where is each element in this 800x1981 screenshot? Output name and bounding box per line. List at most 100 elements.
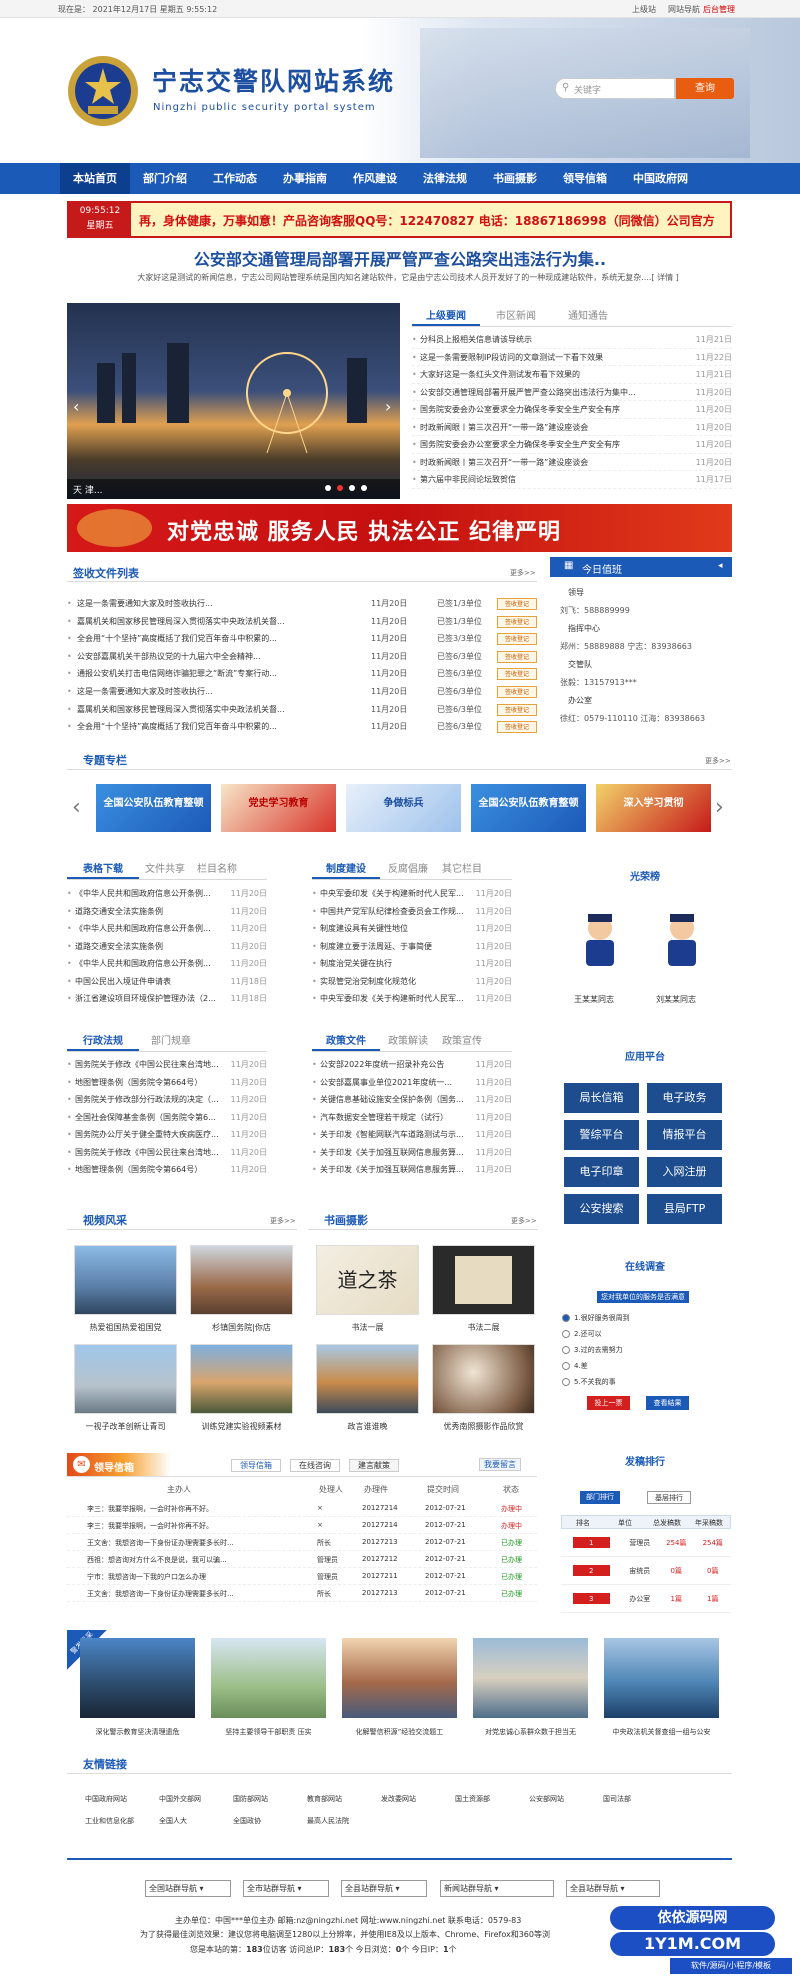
top-link-sitemap[interactable]: 网站导航 [668,4,700,15]
sign-register-button[interactable]: 签收登记 [497,668,537,681]
tab-other-columns[interactable]: 其它栏目 [436,860,488,879]
mail-row[interactable]: 宁市：我想咨询一下我的户口怎么办理 管理员 20127211 2012-07-21 已办… [67,1568,537,1585]
app-director-mailbox[interactable]: 局长信箱 [564,1083,639,1113]
topic-banner-1[interactable]: 全国公安队伍教育整顿 [96,784,211,832]
duty-expand-icon[interactable]: ◂ [718,561,723,571]
sign-item-title[interactable]: 这是一条需要通知大家及时签收执行... [77,595,371,613]
sign-register-button[interactable]: 签收登记 [497,650,537,663]
friend-link[interactable]: 工业和信息化部 [85,1816,159,1826]
list-item-title[interactable]: 公安部交通管理局部署开展严管严查公路突出违法行为集中... [420,384,686,401]
photo-caption-4[interactable]: 优秀南照摄影作品欣赏 [432,1421,535,1432]
sign-row[interactable]: • 公安部嘉属机关干部热议党的十九届六中全会精神... 11月20日 已签6/3单位 签… [67,648,537,666]
topic-banner-4[interactable]: 全国公安队伍教育整顿 [471,784,586,832]
list-item[interactable]: • 制度建设具有关键性地位 11月20日 [312,921,512,939]
list-item-title[interactable]: 道路交通安全法实施条例 [75,904,221,922]
select-news-sites[interactable]: 新闻站群导航 ▾ [440,1880,554,1897]
list-item-title[interactable]: 国务院关于修改部分行政法规的决定（... [75,1092,221,1110]
tab-suggestions[interactable]: 建言献策 [349,1459,399,1472]
sign-more-link[interactable]: 更多>> [510,568,536,578]
topics-more-link[interactable]: 更多>> [705,756,731,766]
list-item-title[interactable]: 制度建设具有关键性地位 [320,921,466,939]
sign-register-button[interactable]: 签收登记 [497,615,537,628]
list-item[interactable]: • 浙江省建设项目环境保护管理办法（2... 11月18日 [67,991,267,1009]
mail-subject[interactable]: 宁市：我想咨询一下我的户口怎么办理 [87,1572,302,1582]
list-item-title[interactable]: 国务院关于修改《中国公民往来台湾地... [75,1057,221,1075]
tab-dept-rules[interactable]: 部门规章 [139,1032,203,1051]
top-link-parent[interactable]: 上级站 [632,4,656,15]
list-item-title[interactable]: 中国公民出入境证件申请表 [75,974,221,992]
list-item-title[interactable]: 全国社会保障基金条例（国务院令第6... [75,1110,221,1128]
list-item[interactable]: • 《中华人民共和国政府信息公开条例... 11月20日 [67,956,267,974]
app-police-search[interactable]: 公安搜索 [564,1194,639,1224]
list-item[interactable]: • 关于印发《智能网联汽车道路测试与示... 11月20日 [312,1127,512,1145]
list-item[interactable]: • 公安部嘉属事业单位2021年度统一... 11月20日 [312,1075,512,1093]
mail-row[interactable]: 西祖：想咨询对方什么不良是说，我可以骗... 管理员 20127212 2012-07… [67,1551,537,1568]
photo-thumb-3[interactable] [316,1344,419,1414]
photos-more-link[interactable]: 更多>> [511,1216,537,1226]
sign-item-title[interactable]: 全会用“十个坚持”高度概括了我们党百年奋斗中积累的... [77,630,371,648]
slider-dot-3[interactable] [349,485,355,491]
slider-dot-1[interactable] [325,485,331,491]
list-item-title[interactable]: 中央军委印发《关于构建新时代人民军... [320,991,466,1009]
sign-register-button[interactable]: 签收登记 [497,703,537,716]
style-photo-1[interactable] [80,1638,195,1718]
list-item-title[interactable]: 公安部2022年度统一招录补充公告 [320,1057,466,1075]
list-item-title[interactable]: 国务院办公厅关于健全重特大疾病医疗... [75,1127,221,1145]
videos-more-link[interactable]: 更多>> [270,1216,296,1226]
survey-option[interactable]: 3.过的去需努力 [562,1342,732,1358]
list-item[interactable]: • 国务院关于修改部分行政法规的决定（... 11月20日 [67,1092,267,1110]
list-item-title[interactable]: 第六届中非民间论坛致贺信 [420,471,686,488]
list-item[interactable]: • 公安部2022年度统一招录补充公告 11月20日 [312,1057,512,1075]
list-item-title[interactable]: 制度治党关键在执行 [320,956,466,974]
survey-option[interactable]: 2.还可以 [562,1326,732,1342]
list-item-title[interactable]: 关键信息基础设施安全保护条例（国务... [320,1092,466,1110]
tab-online-consult[interactable]: 在线咨询 [290,1459,340,1472]
sign-register-button[interactable]: 签收登记 [497,598,537,610]
sign-item-title[interactable]: 全会用“十个坚持”高度概括了我们党百年奋斗中积累的... [77,718,371,736]
list-item[interactable]: • 公安部交通管理局部署开展严管严查公路突出违法行为集中... 11月20日 [412,384,732,401]
tab-dept-rank[interactable]: 部门排行 [580,1491,620,1504]
news-slider[interactable]: ‹ › 天 津... [67,303,400,499]
tab-forms-download[interactable]: 表格下载 [67,860,139,879]
style-caption-3[interactable]: 化解警信积源”经验交流题工 [342,1727,457,1737]
photo-caption-2[interactable]: 书法二展 [432,1322,535,1333]
tab-column-name[interactable]: 栏目名称 [191,860,243,879]
topic-banner-3[interactable]: 争做标兵 [346,784,461,832]
list-item[interactable]: • 国务院关于修改《中国公民往来台湾地... 11月20日 [67,1145,267,1163]
list-item-title[interactable]: 国务院关于修改《中国公民往来台湾地... [75,1145,221,1163]
nav-style[interactable]: 作风建设 [340,163,410,194]
survey-option[interactable]: 4.差 [562,1358,732,1374]
video-thumb-4[interactable] [190,1344,293,1414]
mail-row[interactable]: 王文舍：我想咨询一下身份证办理需要多长时... 所长 20127213 2012-07… [67,1585,537,1602]
style-caption-1[interactable]: 深化警示教育坚决清理遗危 [80,1727,195,1737]
list-item-title[interactable]: 《中华人民共和国政府信息公开条例... [75,956,221,974]
photo-thumb-4[interactable] [432,1344,535,1414]
list-item-title[interactable]: 公安部嘉属事业单位2021年度统一... [320,1075,466,1093]
list-item[interactable]: • 第六届中非民间论坛致贺信 11月17日 [412,471,732,489]
nav-mailbox[interactable]: 领导信箱 [550,163,620,194]
sign-item-title[interactable]: 嘉属机关和国家移民管理局深入贯彻落实中央政法机关督... [77,701,371,719]
list-item[interactable]: • 国务院安委会办公室要求全力确保冬季安全生产安全有序 11月20日 [412,401,732,419]
search-input[interactable]: ⚲ 关键字 [555,78,675,99]
tab-admin-regulations[interactable]: 行政法规 [67,1032,139,1051]
video-caption-3[interactable]: 一视子改革创新让青司 [74,1421,177,1432]
list-item-title[interactable]: 中央军委印发《关于构建新时代人民军... [320,886,466,904]
video-caption-1[interactable]: 热爱祖国热爱祖国党 [74,1322,177,1333]
list-item[interactable]: • 时政新闻眼丨第三次召开“一带一路”建设座谈会 11月20日 [412,454,732,471]
list-item-title[interactable]: 《中华人民共和国政府信息公开条例... [75,886,221,904]
friend-link[interactable]: 全国人大 [159,1816,233,1826]
list-item[interactable]: • 《中华人民共和国政府信息公开条例... 11月20日 [67,921,267,939]
headline-title[interactable]: 公安部交通管理局部署开展严管严查公路突出违法行为集.. [0,246,800,270]
nav-laws[interactable]: 法律法规 [410,163,480,194]
friend-link[interactable]: 中国外交部网 [159,1794,233,1804]
list-item[interactable]: • 关键信息基础设施安全保护条例（国务... 11月20日 [312,1092,512,1110]
tab-policy-docs[interactable]: 政策文件 [312,1032,380,1051]
video-caption-2[interactable]: 杉镇国务院|你店 [190,1322,293,1333]
list-item[interactable]: • 时政新闻眼丨第三次召开“一带一路”建设座谈会 11月20日 [412,419,732,436]
sign-row[interactable]: • 嘉属机关和国家移民管理局深入贯彻落实中央政法机关督... 11月20日 已签6/3… [67,701,537,719]
app-county-ftp[interactable]: 县局FTP [647,1194,722,1224]
list-item-title[interactable]: 大家好这是一条红头文件测试发布看下效果的 [420,366,686,383]
tab-system-building[interactable]: 制度建设 [312,860,380,879]
mail-row[interactable]: 王文舍：我想咨询一下身份证办理需要多长时... 所长 20127213 2012-07… [67,1534,537,1551]
photo-caption-3[interactable]: 政言谁谁晚 [316,1421,419,1432]
